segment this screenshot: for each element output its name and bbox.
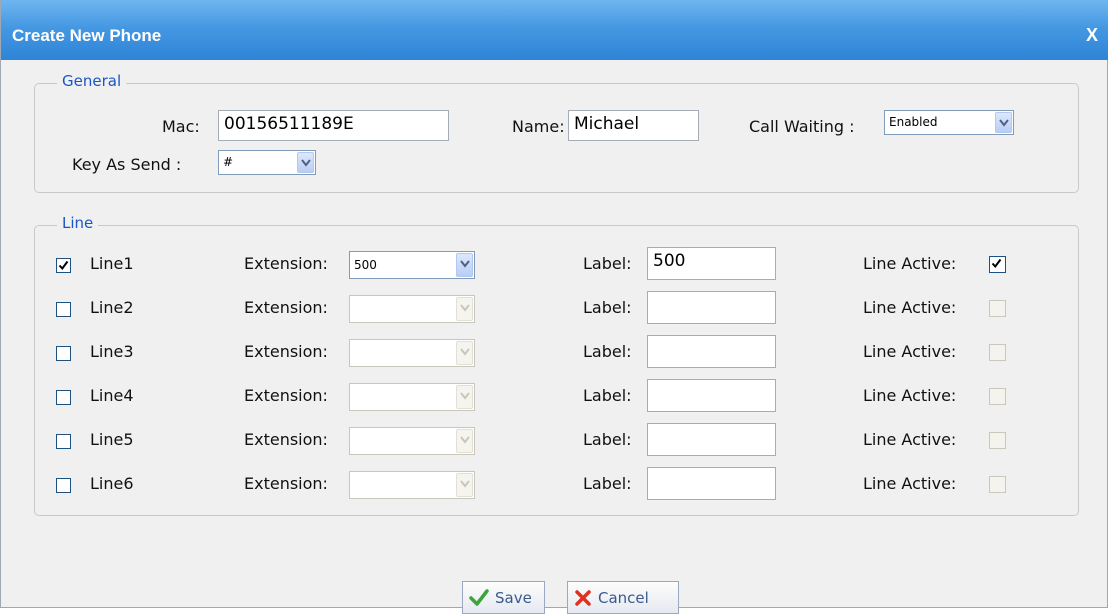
chevron-down-icon bbox=[456, 341, 473, 365]
extension-label: Extension: bbox=[244, 474, 328, 493]
label-label: Label: bbox=[583, 298, 632, 317]
extension-label: Extension: bbox=[244, 386, 328, 405]
chevron-down-icon bbox=[456, 253, 473, 277]
chevron-down-icon bbox=[995, 112, 1012, 133]
call-waiting-value: Enabled bbox=[889, 115, 938, 129]
line-name: Line3 bbox=[90, 342, 134, 361]
key-as-send-select[interactable]: # bbox=[218, 150, 316, 175]
create-phone-dialog: Create New Phone X General Mac: 00156511… bbox=[0, 0, 1108, 614]
call-waiting-label: Call Waiting : bbox=[749, 117, 855, 136]
line-enable-checkbox[interactable] bbox=[56, 258, 71, 273]
line-enable-checkbox[interactable] bbox=[56, 390, 71, 405]
line-active-checkbox[interactable] bbox=[989, 300, 1006, 317]
save-label: Save bbox=[495, 589, 532, 607]
line-active-label: Line Active: bbox=[863, 254, 957, 273]
extension-label: Extension: bbox=[244, 298, 328, 317]
label-label: Label: bbox=[583, 430, 632, 449]
extension-select[interactable] bbox=[349, 427, 475, 455]
label-input[interactable] bbox=[647, 335, 776, 368]
key-as-send-value: # bbox=[223, 155, 234, 169]
extension-label: Extension: bbox=[244, 430, 328, 449]
line-active-label: Line Active: bbox=[863, 342, 957, 361]
extension-select[interactable] bbox=[349, 471, 475, 499]
chevron-down-icon bbox=[456, 297, 473, 321]
line-active-label: Line Active: bbox=[863, 474, 957, 493]
line-name: Line4 bbox=[90, 386, 134, 405]
chevron-down-icon bbox=[456, 473, 473, 497]
extension-select[interactable] bbox=[349, 295, 475, 323]
line-active-checkbox[interactable] bbox=[989, 256, 1006, 273]
line-name: Line2 bbox=[90, 298, 134, 317]
label-label: Label: bbox=[583, 386, 632, 405]
save-button[interactable]: Save bbox=[462, 581, 545, 614]
line-name: Line5 bbox=[90, 430, 134, 449]
name-input[interactable]: Michael bbox=[568, 110, 699, 141]
line-name: Line1 bbox=[90, 254, 134, 273]
mac-label: Mac: bbox=[162, 117, 200, 136]
extension-select[interactable] bbox=[349, 383, 475, 411]
general-legend: General bbox=[57, 72, 127, 90]
key-as-send-label: Key As Send : bbox=[72, 155, 182, 174]
line-legend: Line bbox=[57, 214, 99, 232]
label-input[interactable] bbox=[647, 467, 776, 500]
line-active-checkbox[interactable] bbox=[989, 344, 1006, 361]
chevron-down-icon bbox=[297, 152, 314, 173]
extension-label: Extension: bbox=[244, 254, 328, 273]
label-label: Label: bbox=[583, 254, 632, 273]
chevron-down-icon bbox=[456, 385, 473, 409]
label-input[interactable] bbox=[647, 379, 776, 412]
line-active-label: Line Active: bbox=[863, 298, 957, 317]
line-active-label: Line Active: bbox=[863, 386, 957, 405]
label-input[interactable] bbox=[647, 423, 776, 456]
line-active-checkbox[interactable] bbox=[989, 432, 1006, 449]
label-input[interactable] bbox=[647, 291, 776, 324]
general-group: General bbox=[34, 72, 1079, 193]
call-waiting-select[interactable]: Enabled bbox=[884, 110, 1014, 135]
line-active-checkbox[interactable] bbox=[989, 476, 1006, 493]
dialog-title: Create New Phone bbox=[12, 26, 162, 45]
label-label: Label: bbox=[583, 474, 632, 493]
extension-label: Extension: bbox=[244, 342, 328, 361]
line-enable-checkbox[interactable] bbox=[56, 478, 71, 493]
line-active-label: Line Active: bbox=[863, 430, 957, 449]
line-name: Line6 bbox=[90, 474, 134, 493]
label-label: Label: bbox=[583, 342, 632, 361]
extension-select[interactable] bbox=[349, 339, 475, 367]
extension-select[interactable]: 500 bbox=[349, 251, 475, 279]
line-enable-checkbox[interactable] bbox=[56, 346, 71, 361]
name-label: Name: bbox=[512, 117, 565, 136]
line-enable-checkbox[interactable] bbox=[56, 434, 71, 449]
chevron-down-icon bbox=[456, 429, 473, 453]
cancel-button[interactable]: Cancel bbox=[567, 581, 679, 614]
extension-value: 500 bbox=[354, 258, 377, 272]
dialog-title-bar[interactable]: Create New Phone X bbox=[1, 0, 1108, 60]
cancel-label: Cancel bbox=[598, 589, 649, 607]
label-input[interactable]: 500 bbox=[647, 247, 776, 280]
close-button[interactable]: X bbox=[1086, 25, 1098, 46]
line-enable-checkbox[interactable] bbox=[56, 302, 71, 317]
mac-input[interactable]: 00156511189E bbox=[218, 110, 449, 141]
line-active-checkbox[interactable] bbox=[989, 388, 1006, 405]
